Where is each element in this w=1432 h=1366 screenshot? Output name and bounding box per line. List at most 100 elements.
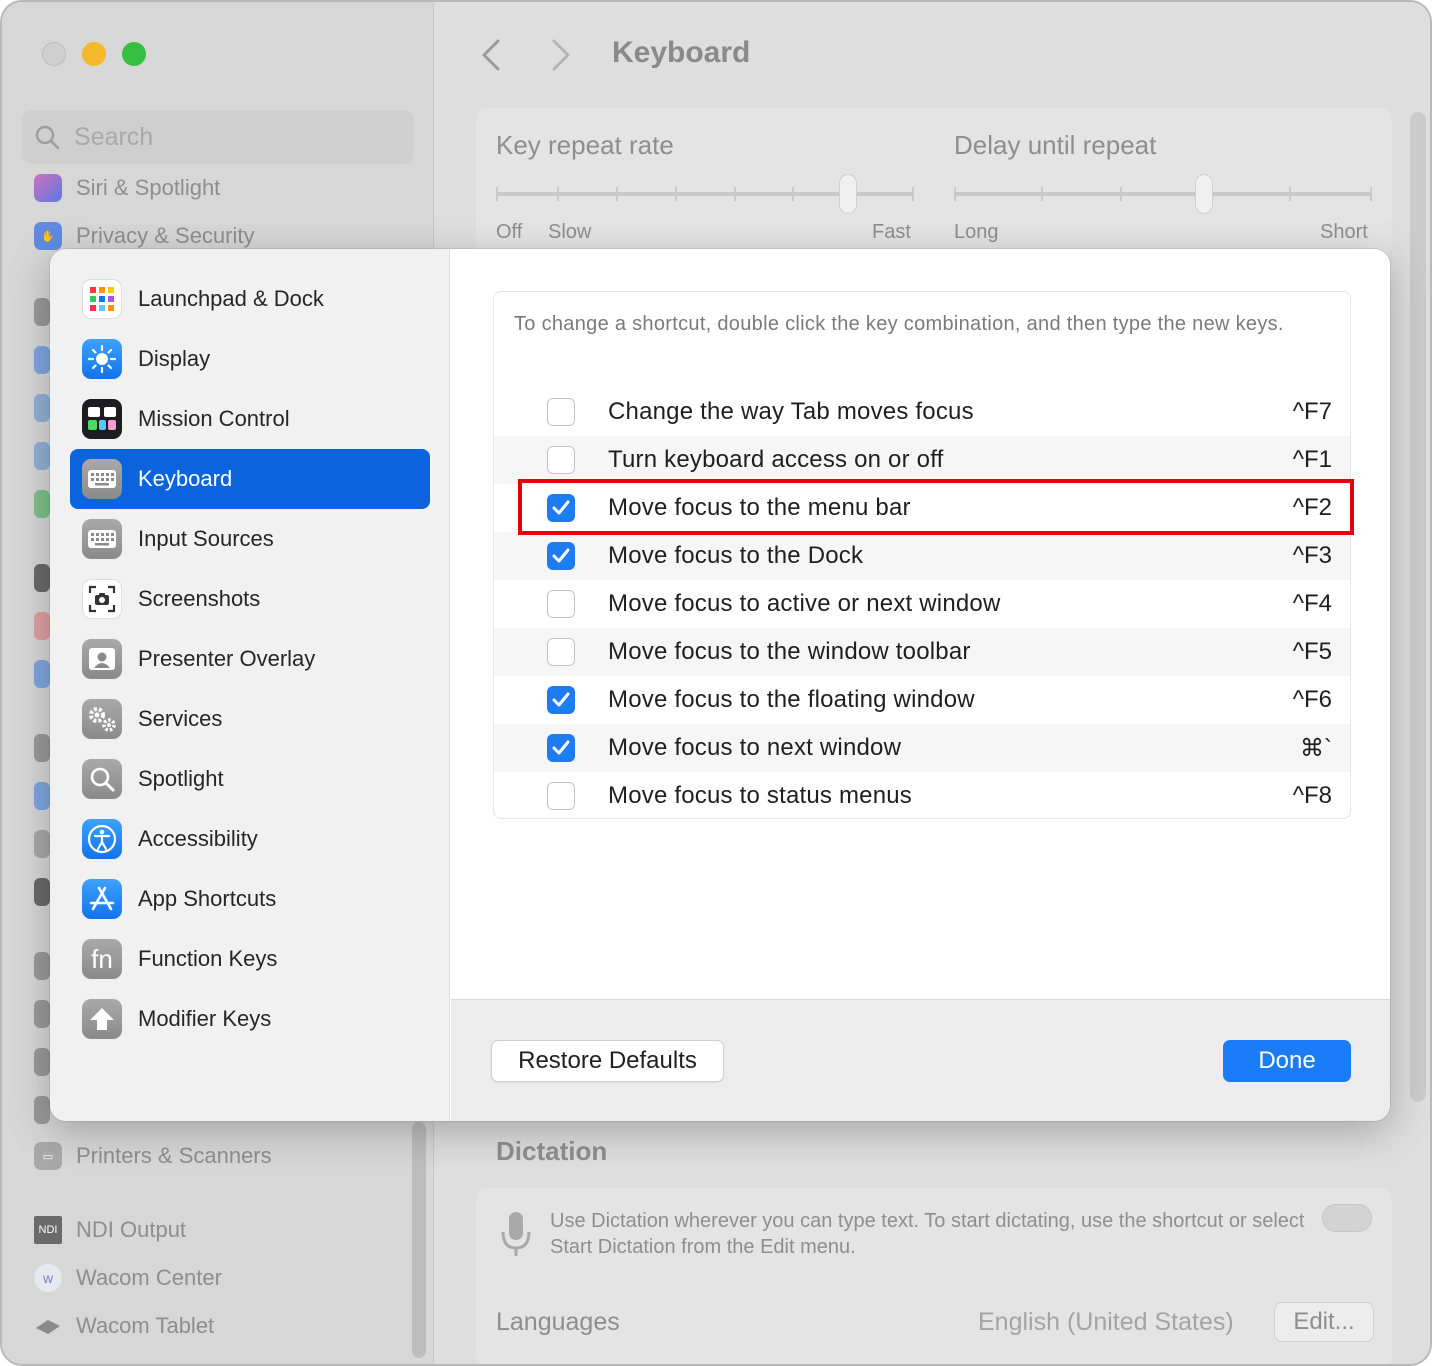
screenshot-icon	[82, 579, 122, 619]
search-field[interactable]: Search	[22, 110, 414, 164]
slider-tick	[912, 187, 914, 201]
sidebar-item-label: Display	[138, 346, 211, 371]
sidebar-item-keyboard[interactable]: Keyboard	[70, 449, 430, 509]
shortcut-key[interactable]: ^F1	[1293, 446, 1332, 474]
presenter-icon	[82, 639, 122, 679]
main-scrollbar[interactable]	[1410, 112, 1426, 1102]
shortcut-label: Move focus to the menu bar	[608, 494, 911, 521]
shortcut-key[interactable]: ^F4	[1293, 590, 1332, 618]
sidebar-item-label: Printers & Scanners	[76, 1143, 272, 1168]
shortcut-label: Move focus to the floating window	[608, 686, 975, 713]
checkmark-icon	[552, 548, 570, 563]
sidebar-item-display[interactable]: Display	[70, 329, 430, 389]
slider-tick	[1370, 187, 1372, 201]
checkmark-icon	[552, 740, 570, 755]
delay-repeat-slider[interactable]	[954, 192, 1372, 196]
sidebar-item-printers[interactable]: ▭ Printers & Scanners	[34, 1142, 272, 1170]
shortcut-key[interactable]: ⌘`	[1300, 734, 1332, 763]
minimize-button[interactable]	[82, 42, 106, 66]
sidebar-item-accessibility[interactable]: Accessibility	[70, 809, 430, 869]
languages-label: Languages	[496, 1308, 620, 1336]
slider-label-long: Long	[954, 221, 999, 243]
sidebar-item-services[interactable]: Services	[70, 689, 430, 749]
sidebar-stub-icon	[34, 1048, 50, 1076]
zoom-button[interactable]	[122, 42, 146, 66]
table-row[interactable]: Move focus to status menus ^F8	[494, 772, 1350, 818]
sidebar-item-siri[interactable]: Siri & Spotlight	[34, 174, 220, 202]
sidebar-scrollbar[interactable]	[412, 1122, 426, 1358]
up-arrow-icon	[82, 999, 122, 1039]
shortcut-checkbox[interactable]	[547, 542, 575, 570]
shortcut-checkbox[interactable]	[547, 590, 575, 618]
sidebar-item-spotlight[interactable]: Spotlight	[70, 749, 430, 809]
dictation-toggle[interactable]	[1322, 1204, 1372, 1232]
shortcut-checkbox[interactable]	[547, 782, 575, 810]
sidebar-item-screenshots[interactable]: Screenshots	[70, 569, 430, 629]
done-button[interactable]: Done	[1223, 1040, 1351, 1082]
key-repeat-knob[interactable]	[839, 174, 857, 214]
sidebar-item-label: Launchpad & Dock	[138, 286, 324, 311]
sidebar-stub-icon	[34, 298, 50, 326]
back-button[interactable]	[480, 38, 502, 81]
sidebar-item-label: Keyboard	[138, 466, 233, 491]
sidebar-item-wacom-center[interactable]: w Wacom Center	[34, 1264, 222, 1292]
table-row[interactable]: Move focus to the window toolbar ^F5	[494, 628, 1350, 676]
sidebar-item-modifier-keys[interactable]: Modifier Keys	[70, 989, 430, 1049]
shortcut-key[interactable]: ^F6	[1293, 686, 1332, 714]
table-row[interactable]: Move focus to the menu bar ^F2	[494, 484, 1350, 532]
hand-icon: ✋	[34, 222, 62, 250]
sidebar-item-function-keys[interactable]: fn Function Keys	[70, 929, 430, 989]
table-row[interactable]: Move focus to active or next window ^F4	[494, 580, 1350, 628]
shortcut-checkbox[interactable]	[547, 686, 575, 714]
slider-tick	[734, 187, 736, 201]
shortcut-checkbox[interactable]	[547, 446, 575, 474]
languages-edit-button[interactable]: Edit...	[1274, 1302, 1374, 1342]
search-placeholder: Search	[74, 122, 154, 151]
sidebar-stub-icon	[34, 734, 50, 762]
sidebar-item-wacom-tablet[interactable]: Wacom Tablet	[34, 1312, 214, 1340]
slider-label-fast: Fast	[872, 221, 911, 243]
sidebar-item-app-shortcuts[interactable]: App Shortcuts	[70, 869, 430, 929]
sidebar-item-presenter-overlay[interactable]: Presenter Overlay	[70, 629, 430, 689]
sidebar-stub-icon	[34, 346, 50, 374]
sidebar-item-privacy[interactable]: ✋ Privacy & Security	[34, 222, 255, 250]
table-row[interactable]: Move focus to the Dock ^F3	[494, 532, 1350, 580]
shortcut-checkbox[interactable]	[547, 494, 575, 522]
table-row[interactable]: Move focus to next window ⌘`	[494, 724, 1350, 772]
sidebar-item-label: Siri & Spotlight	[76, 175, 221, 200]
sidebar-item-label: Accessibility	[138, 826, 258, 851]
input-sources-icon	[82, 519, 122, 559]
table-row[interactable]: Turn keyboard access on or off ^F1	[494, 436, 1350, 484]
close-button[interactable]	[42, 42, 66, 66]
window-title: Keyboard	[612, 36, 751, 69]
sidebar-item-mission-control[interactable]: Mission Control	[70, 389, 430, 449]
shortcut-label: Change the way Tab moves focus	[608, 398, 974, 425]
key-repeat-title: Key repeat rate	[496, 130, 674, 160]
sidebar-item-label: Wacom Center	[76, 1265, 222, 1290]
sidebar-item-launchpad[interactable]: Launchpad & Dock	[70, 269, 430, 329]
table-row[interactable]: Move focus to the floating window ^F6	[494, 676, 1350, 724]
shortcut-key[interactable]: ^F3	[1293, 542, 1332, 570]
shortcut-checkbox[interactable]	[547, 638, 575, 666]
forward-button[interactable]	[550, 38, 572, 81]
sidebar-stub-icon	[34, 1000, 50, 1028]
shortcut-checkbox[interactable]	[547, 734, 575, 762]
sidebar-item-ndi[interactable]: NDI NDI Output	[34, 1216, 186, 1244]
shortcut-key[interactable]: ^F8	[1293, 782, 1332, 810]
sidebar-item-label: Mission Control	[138, 406, 290, 431]
shortcut-key[interactable]: ^F7	[1293, 398, 1332, 426]
delay-repeat-knob[interactable]	[1195, 174, 1213, 214]
sidebar-item-input-sources[interactable]: Input Sources	[70, 509, 430, 569]
sidebar-item-label: Services	[138, 706, 223, 731]
shortcut-key[interactable]: ^F2	[1293, 494, 1332, 522]
sidebar-stub-icon	[34, 442, 50, 470]
shortcut-checkbox[interactable]	[547, 398, 575, 426]
fn-icon: fn	[82, 939, 122, 979]
slider-tick	[496, 187, 498, 201]
sidebar-item-label: Modifier Keys	[138, 1006, 272, 1031]
restore-defaults-button[interactable]: Restore Defaults	[491, 1040, 724, 1082]
table-row[interactable]: Change the way Tab moves focus ^F7	[494, 388, 1350, 436]
sheet-footer: Restore Defaults Done	[451, 999, 1390, 1121]
shortcut-key[interactable]: ^F5	[1293, 638, 1332, 666]
shortcut-label: Move focus to next window	[608, 734, 902, 761]
